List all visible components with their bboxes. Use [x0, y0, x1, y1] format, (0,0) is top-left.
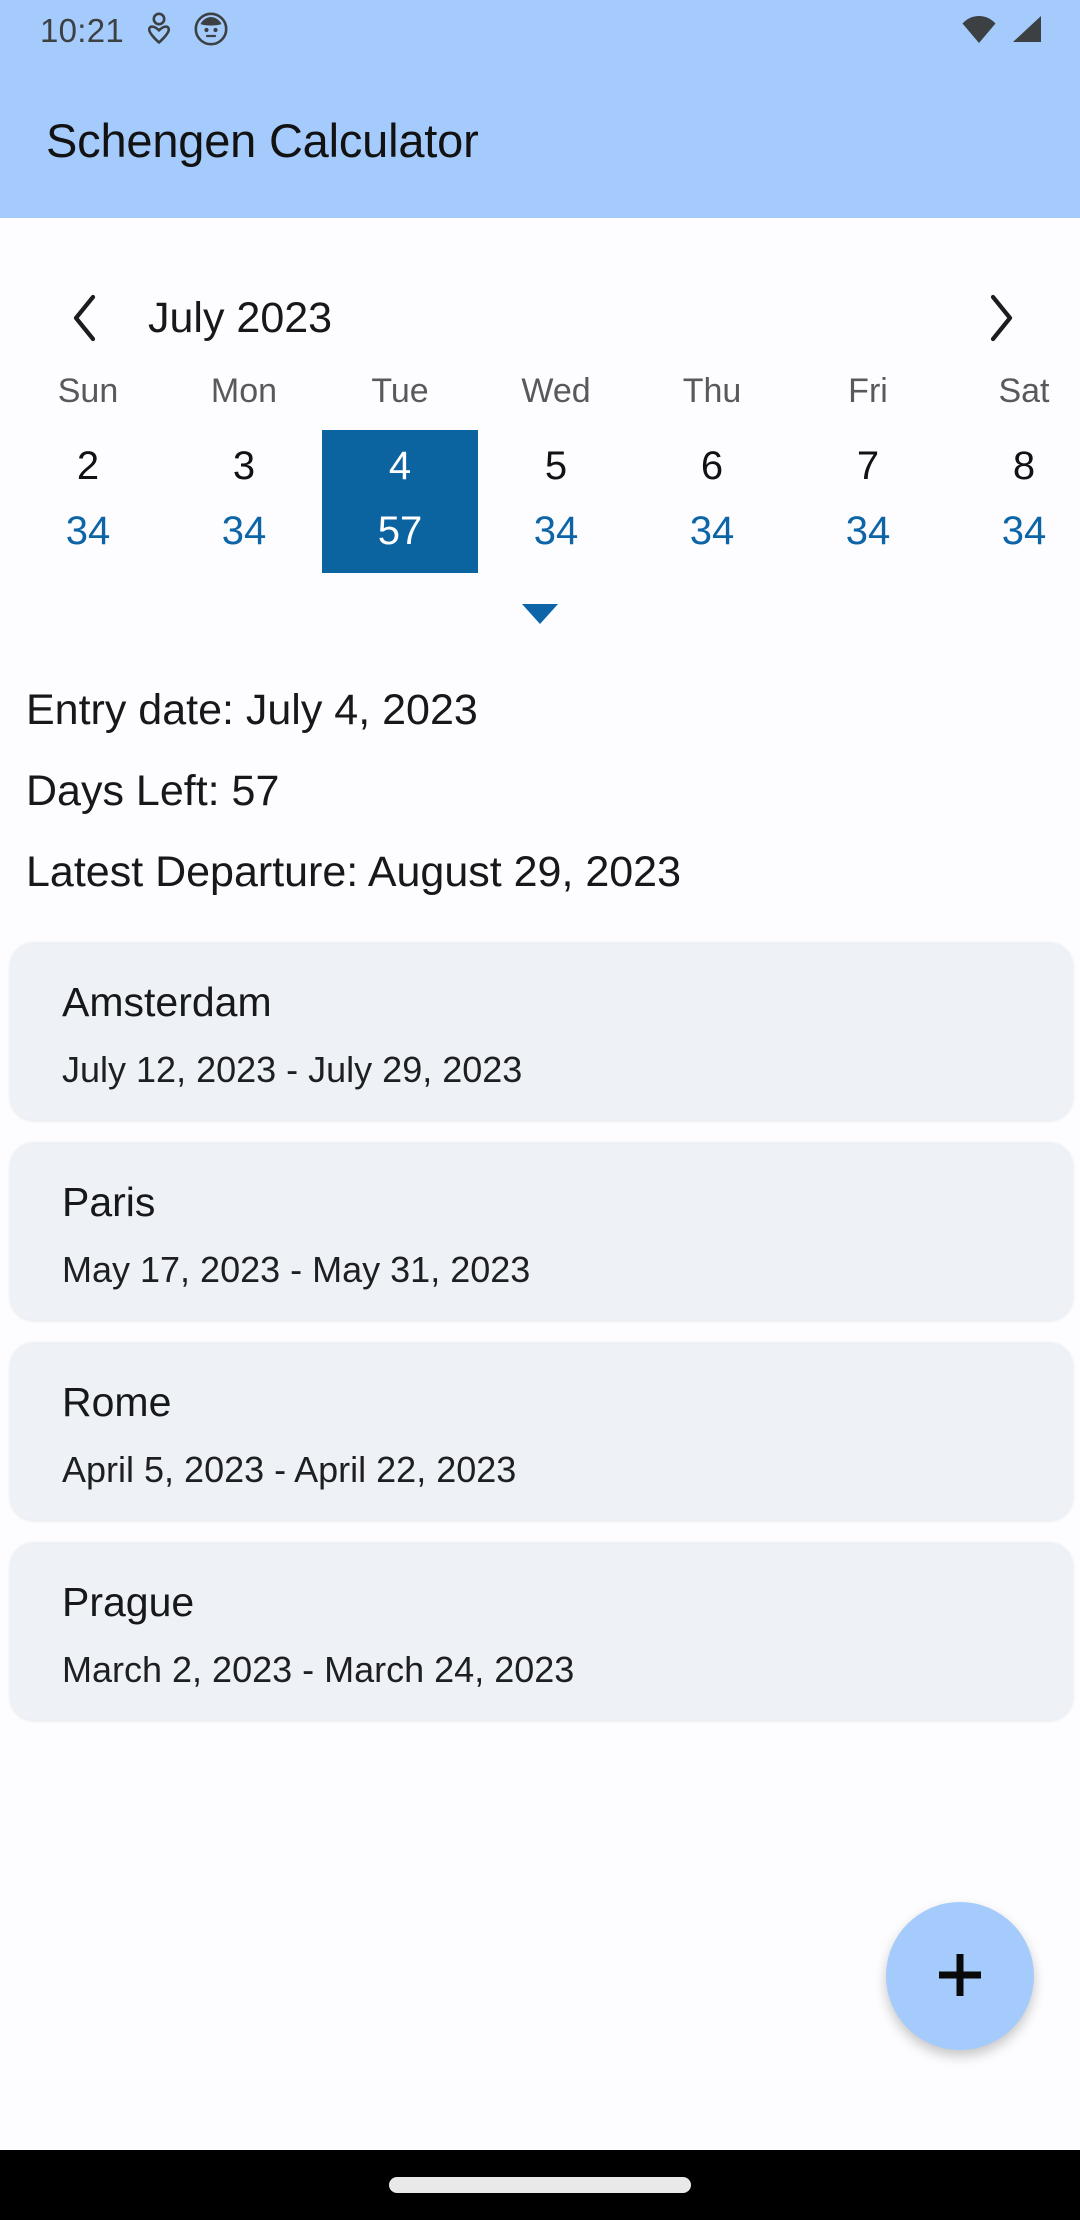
day-name: Mon: [210, 372, 278, 410]
calendar-day-cell[interactable]: 5 34: [478, 430, 634, 573]
calendar-week-strip: Sun 2 34 Mon 3 34 Tue 4 57 Wed 5 34 Thu …: [0, 374, 1080, 573]
cellular-signal-icon: [1008, 13, 1044, 50]
system-navigation-bar: [0, 2150, 1080, 2220]
trip-name: Paris: [62, 1179, 156, 1225]
entry-date-text: Entry date: July 4, 2023: [26, 686, 478, 734]
app-bar: Schengen Calculator: [0, 62, 1080, 218]
trip-card-amsterdam[interactable]: Amsterdam July 12, 2023 - July 29, 2023: [10, 942, 1073, 1120]
day-number: 7: [856, 444, 880, 488]
trip-card-prague[interactable]: Prague March 2, 2023 - March 24, 2023: [10, 1542, 1073, 1720]
app-badge-icon: [194, 12, 228, 51]
plus-icon: [931, 1946, 989, 2007]
day-name: Tue: [371, 372, 429, 410]
page-title: Schengen Calculator: [46, 113, 479, 167]
day-number: 4: [388, 444, 412, 488]
status-clock: 10:21: [40, 11, 125, 49]
trip-dates: March 2, 2023 - March 24, 2023: [62, 1649, 575, 1690]
day-number: 3: [232, 444, 256, 488]
main-content: July 2023 Sun 2 34 Mon 3 34 Tue 4 57 Wed…: [0, 218, 1080, 2150]
calendar-day-cell[interactable]: 2 34: [10, 430, 166, 573]
home-gesture-pill[interactable]: [389, 2177, 691, 2193]
day-name: Sun: [57, 372, 119, 410]
day-number: 8: [1012, 444, 1036, 488]
day-name: Wed: [521, 372, 591, 410]
day-number: 2: [76, 444, 100, 488]
calendar-day-sun: Sun 2 34: [10, 374, 166, 573]
calendar-expand-row: [0, 591, 1080, 637]
previous-month-button[interactable]: [58, 290, 114, 346]
trip-card-paris[interactable]: Paris May 17, 2023 - May 31, 2023: [10, 1142, 1073, 1320]
calendar-day-wed: Wed 5 34: [478, 374, 634, 573]
calendar-day-sat: Sat 8 34: [946, 374, 1080, 573]
phone-screen: 10:21 Schengen Calculator July 2023 Sun …: [0, 0, 1080, 2220]
calendar-day-cell[interactable]: 7 34: [790, 430, 946, 573]
wifi-icon: [960, 13, 998, 50]
status-bar-right: [960, 13, 1044, 50]
trip-name: Prague: [62, 1579, 195, 1625]
day-name: Fri: [848, 372, 888, 410]
day-name: Sat: [998, 372, 1050, 410]
trip-name: Rome: [62, 1379, 172, 1425]
day-count: 34: [533, 509, 579, 553]
day-count: 34: [65, 509, 111, 553]
trip-dates: April 5, 2023 - April 22, 2023: [62, 1449, 517, 1490]
days-left-text: Days Left: 57: [26, 767, 280, 815]
person-icon: [146, 12, 172, 51]
calendar-day-tue: Tue 4 57: [322, 374, 478, 573]
trip-list: Amsterdam July 12, 2023 - July 29, 2023 …: [0, 942, 1080, 1720]
day-count: 34: [1001, 509, 1047, 553]
day-count: 34: [689, 509, 735, 553]
day-count: 57: [377, 509, 423, 553]
status-bar: 10:21: [0, 0, 1080, 62]
day-number: 6: [700, 444, 724, 488]
calendar-day-cell[interactable]: 3 34: [166, 430, 322, 573]
trip-card-rome[interactable]: Rome April 5, 2023 - April 22, 2023: [10, 1342, 1073, 1520]
calendar-month-nav: July 2023: [0, 270, 1080, 366]
trip-name: Amsterdam: [62, 979, 272, 1025]
stay-summary: Entry date: July 4, 2023 Days Left: 57 L…: [0, 689, 1080, 894]
calendar-day-fri: Fri 7 34: [790, 374, 946, 573]
latest-departure-text: Latest Departure: August 29, 2023: [26, 848, 682, 896]
calendar-day-cell-selected[interactable]: 4 57: [322, 430, 478, 573]
day-count: 34: [221, 509, 267, 553]
trip-dates: July 12, 2023 - July 29, 2023: [62, 1049, 523, 1090]
calendar-day-mon: Mon 3 34: [166, 374, 322, 573]
calendar-day-cell[interactable]: 6 34: [634, 430, 790, 573]
calendar-day-thu: Thu 6 34: [634, 374, 790, 573]
calendar-day-cell[interactable]: 8 34: [946, 430, 1080, 573]
day-count: 34: [845, 509, 891, 553]
status-bar-left: 10:21: [40, 12, 228, 51]
day-number: 5: [544, 444, 568, 488]
trip-dates: May 17, 2023 - May 31, 2023: [62, 1249, 531, 1290]
chevron-down-icon[interactable]: [504, 591, 576, 637]
add-trip-fab[interactable]: [886, 1902, 1034, 2050]
calendar-month-label: July 2023: [148, 293, 333, 342]
day-name: Thu: [682, 372, 742, 410]
next-month-button[interactable]: [972, 290, 1028, 346]
